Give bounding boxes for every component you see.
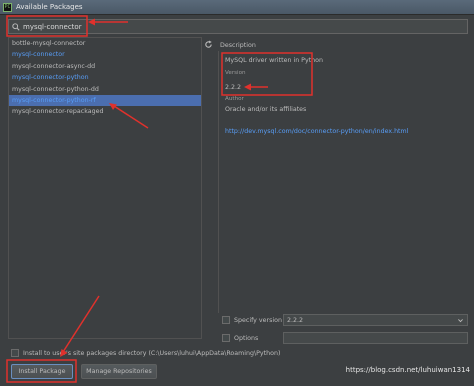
- install-package-button[interactable]: Install Package: [11, 364, 73, 379]
- specify-version-label: Specify version: [234, 316, 282, 324]
- specify-version-checkbox[interactable]: [222, 316, 230, 324]
- list-item[interactable]: mysql-connector-python-rf: [9, 94, 201, 107]
- site-packages-row: Install to user's site packages director…: [11, 347, 280, 359]
- version-select[interactable]: 2.2.2: [283, 314, 468, 326]
- refresh-icon[interactable]: [204, 40, 213, 49]
- package-summary: MySQL driver written in Python: [225, 57, 324, 64]
- options-checkbox[interactable]: [222, 334, 230, 342]
- author-label: Author: [225, 96, 244, 102]
- options-input[interactable]: [283, 332, 468, 344]
- search-box[interactable]: [8, 19, 468, 34]
- author-value: Oracle and/or its affiliates: [225, 106, 307, 113]
- search-icon: [12, 22, 20, 31]
- chevron-down-icon: [458, 319, 463, 323]
- list-item[interactable]: bottle-mysql-connector: [9, 38, 201, 49]
- site-packages-checkbox[interactable]: [11, 349, 19, 357]
- specify-version-row: Specify version: [222, 314, 282, 326]
- description-header: Description: [220, 42, 256, 49]
- options-label: Options: [234, 334, 259, 342]
- list-item[interactable]: mysql-connector-python: [9, 72, 201, 83]
- pycharm-icon: PC: [3, 2, 12, 12]
- homepage-link[interactable]: http://dev.mysql.com/doc/connector-pytho…: [225, 128, 408, 135]
- version-value: 2.2.2: [225, 84, 242, 91]
- title-bar: PC Available Packages: [0, 0, 474, 15]
- site-packages-label: Install to user's site packages director…: [23, 349, 281, 357]
- list-item[interactable]: mysql-connector-python-dd: [9, 84, 201, 95]
- description-panel: [218, 51, 468, 313]
- watermark: https://blog.csdn.net/luhuiwan1314: [345, 366, 470, 374]
- manage-repositories-button[interactable]: Manage Repositories: [81, 364, 157, 379]
- version-label: Version: [225, 70, 246, 76]
- list-item[interactable]: mysql-connector-repackaged: [9, 106, 201, 117]
- version-select-value: 2.2.2: [287, 316, 304, 324]
- list-item[interactable]: mysql-connector-async-dd: [9, 61, 201, 72]
- package-list[interactable]: bottle-mysql-connector mysql-connector m…: [8, 37, 202, 339]
- window-title: Available Packages: [16, 3, 83, 11]
- options-row: Options: [222, 332, 258, 344]
- list-item[interactable]: mysql-connector: [9, 49, 201, 60]
- search-input[interactable]: [23, 20, 423, 33]
